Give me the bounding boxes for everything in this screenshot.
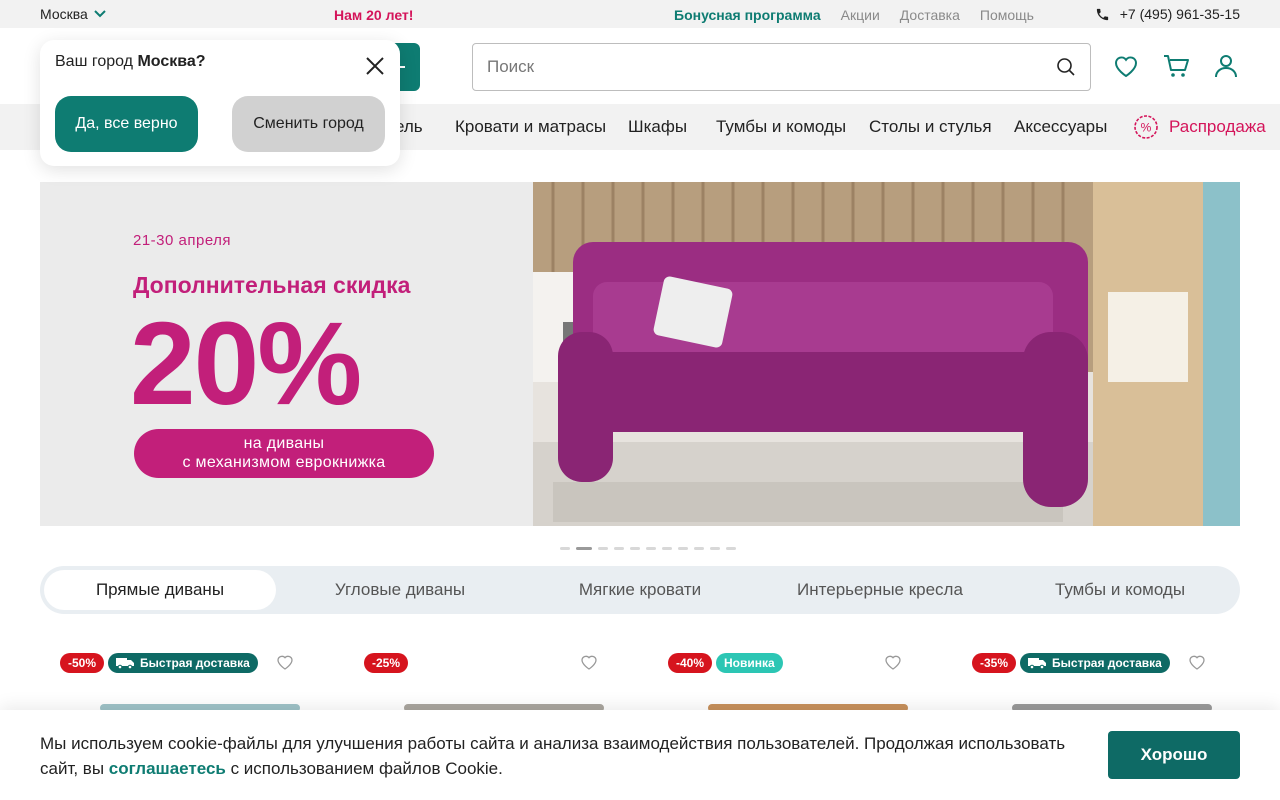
- truck-icon: [116, 658, 135, 669]
- discount-badge: -40%: [668, 653, 713, 673]
- delivery-badge: Быстрая доставка: [1020, 653, 1170, 673]
- city-question-text: Ваш город: [55, 53, 134, 70]
- tab-dressers[interactable]: Тумбы и комоды: [1004, 570, 1236, 610]
- tab-armchairs[interactable]: Интерьерные кресла: [764, 570, 996, 610]
- city-question-name: Москва?: [137, 53, 206, 70]
- user-icon[interactable]: [1212, 52, 1240, 80]
- tab-corner-sofas[interactable]: Угловые диваны: [284, 570, 516, 610]
- delivery-badge-label: Быстрая доставка: [140, 656, 250, 670]
- cookie-text-part2: с использованием файлов Cookie.: [225, 759, 503, 778]
- nav-item-accessories[interactable]: Аксессуары: [1014, 117, 1107, 137]
- cookie-accept-button[interactable]: Хорошо: [1108, 731, 1240, 779]
- product-badges: -25%: [364, 653, 409, 673]
- city-selector[interactable]: Москва: [40, 6, 106, 22]
- confirm-city-button[interactable]: Да, все верно: [55, 96, 198, 152]
- slider-dot[interactable]: [560, 547, 570, 550]
- heart-icon[interactable]: [1112, 52, 1140, 80]
- header-icons: [1112, 52, 1240, 80]
- city-question: Ваш город Москва?: [55, 53, 206, 71]
- top-bar: Москва Нам 20 лет! Бонусная программа Ак…: [0, 0, 1280, 28]
- percent-badge-icon: %: [1134, 115, 1158, 139]
- sale-label: Распродажа: [1169, 117, 1266, 136]
- product-badges: -40% Новинка: [668, 653, 783, 673]
- slider-dot[interactable]: [662, 547, 672, 550]
- city-confirm-popup: Ваш город Москва? Да, все верно Сменить …: [40, 40, 400, 166]
- heart-icon[interactable]: [579, 652, 599, 672]
- slider-dot[interactable]: [614, 547, 624, 550]
- search-input[interactable]: [487, 57, 1056, 77]
- svg-text:%: %: [1141, 121, 1152, 135]
- sofa-photo: [533, 182, 1240, 526]
- slider-dot-active[interactable]: [576, 547, 592, 550]
- banner-date: 21-30 апреля: [133, 232, 232, 249]
- nav-item-beds[interactable]: Кровати и матрасы: [455, 117, 606, 137]
- slider-dot[interactable]: [598, 547, 608, 550]
- slider-dots: [560, 547, 736, 550]
- heart-icon[interactable]: [1187, 652, 1207, 672]
- slider-dot[interactable]: [694, 547, 704, 550]
- banner-pill-line2: с механизмом еврокнижка: [182, 454, 386, 471]
- truck-icon: [1028, 658, 1047, 669]
- search-icon[interactable]: [1056, 57, 1076, 77]
- banner-pill-line1: на диваны: [243, 435, 325, 452]
- promo-banner[interactable]: 21-30 апреля Дополнительная скидка 20% н…: [40, 182, 1240, 526]
- top-links: Бонусная программа Акции Доставка Помощь: [674, 7, 1034, 23]
- promotions-link[interactable]: Акции: [841, 7, 880, 23]
- tab-straight-sofas[interactable]: Прямые диваны: [44, 570, 276, 610]
- banner-headline: Дополнительная скидка: [133, 272, 411, 298]
- discount-badge: -50%: [60, 653, 105, 673]
- help-link[interactable]: Помощь: [980, 7, 1034, 23]
- nav-item-dressers[interactable]: Тумбы и комоды: [716, 117, 846, 137]
- slider-dot[interactable]: [646, 547, 656, 550]
- banner-percent: 20%: [130, 298, 362, 430]
- product-badges: -35% Быстрая доставка: [972, 653, 1170, 673]
- discount-badge: -35%: [972, 653, 1017, 673]
- new-badge: Новинка: [716, 653, 783, 673]
- slider-dot[interactable]: [630, 547, 640, 550]
- slider-dot[interactable]: [726, 547, 736, 550]
- close-icon[interactable]: [364, 55, 386, 77]
- phone-icon: [1096, 8, 1108, 20]
- nav-item-tables[interactable]: Столы и стулья: [869, 117, 992, 137]
- nav-item-wardrobes[interactable]: Шкафы: [628, 117, 687, 137]
- phone-link[interactable]: +7 (495) 961-35-15: [1095, 6, 1240, 22]
- heart-icon[interactable]: [883, 652, 903, 672]
- phone-number: +7 (495) 961-35-15: [1119, 6, 1240, 22]
- cart-icon[interactable]: [1162, 52, 1190, 80]
- search-bar: [472, 43, 1091, 91]
- tab-soft-beds[interactable]: Мягкие кровати: [524, 570, 756, 610]
- category-tabs: Прямые диваны Угловые диваны Мягкие кров…: [40, 566, 1240, 614]
- chevron-down-icon: [94, 10, 106, 18]
- heart-icon[interactable]: [275, 652, 295, 672]
- bonus-program-link[interactable]: Бонусная программа: [674, 7, 821, 23]
- cookie-agree-link[interactable]: соглашаетесь: [109, 759, 226, 778]
- nav-item-sale[interactable]: % Распродажа: [1133, 114, 1266, 140]
- delivery-badge: Быстрая доставка: [108, 653, 258, 673]
- banner-pill: на диваны с механизмом еврокнижка: [134, 429, 434, 478]
- slider-dot[interactable]: [678, 547, 688, 550]
- delivery-link[interactable]: Доставка: [900, 7, 960, 23]
- cookie-text: Мы используем cookie-файлы для улучшения…: [40, 731, 1080, 781]
- discount-badge: -25%: [364, 653, 409, 673]
- anniversary-link[interactable]: Нам 20 лет!: [334, 7, 413, 23]
- product-badges: -50% Быстрая доставка: [60, 653, 258, 673]
- city-label: Москва: [40, 6, 88, 22]
- change-city-button[interactable]: Сменить город: [232, 96, 385, 152]
- cookie-banner: Мы используем cookie-файлы для улучшения…: [0, 710, 1280, 800]
- slider-dot[interactable]: [710, 547, 720, 550]
- delivery-badge-label: Быстрая доставка: [1052, 656, 1162, 670]
